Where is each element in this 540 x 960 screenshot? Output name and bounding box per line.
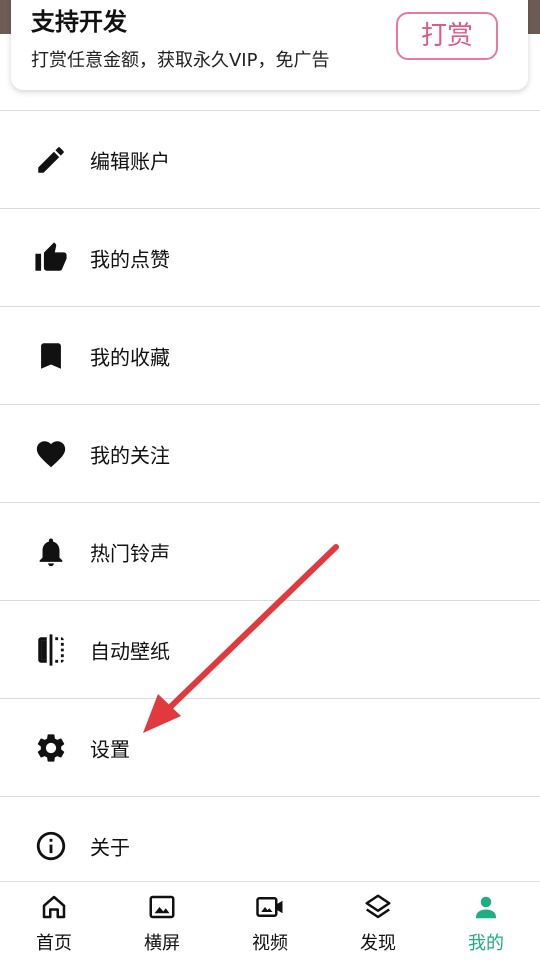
video-icon — [255, 892, 285, 922]
wallpaper-flip-icon — [34, 633, 68, 667]
menu-item-settings[interactable]: 设置 — [0, 699, 540, 796]
menu-item-edit-account[interactable]: 编辑账户 — [0, 111, 540, 208]
person-icon — [471, 892, 501, 922]
menu-item-label: 我的点赞 — [90, 247, 170, 271]
menu-item-label: 热门铃声 — [90, 541, 170, 565]
pencil-icon — [34, 143, 68, 177]
menu-item-auto-wallpaper[interactable]: 自动壁纸 — [0, 601, 540, 698]
nav-item-discover[interactable]: 发现 — [324, 882, 432, 960]
thumbs-up-icon — [34, 241, 68, 275]
nav-item-landscape[interactable]: 横屏 — [108, 882, 216, 960]
menu-item-label: 设置 — [90, 737, 130, 761]
menu-item-about[interactable]: 关于 — [0, 797, 540, 894]
nav-label: 视频 — [252, 933, 288, 954]
menu-item-my-favorites[interactable]: 我的收藏 — [0, 307, 540, 404]
nav-label: 首页 — [36, 933, 72, 954]
menu-item-label: 编辑账户 — [90, 149, 170, 173]
nav-label: 发现 — [360, 933, 396, 954]
menu-item-label: 我的关注 — [90, 443, 170, 467]
menu-item-label: 自动壁纸 — [90, 639, 170, 663]
nav-label: 横屏 — [144, 933, 180, 954]
nav-item-home[interactable]: 首页 — [0, 882, 108, 960]
nav-item-mine[interactable]: 我的 — [432, 882, 540, 960]
reward-button[interactable]: 打赏 — [396, 12, 498, 60]
menu-list: 编辑账户 我的点赞 我的收藏 我的关注 热门铃声 自动壁纸 设置 关于 — [0, 110, 540, 894]
support-title: 支持开发 — [31, 8, 127, 36]
heart-icon — [34, 437, 68, 471]
home-icon — [39, 892, 69, 922]
layers-icon — [363, 892, 393, 922]
bottom-nav: 首页 横屏 视频 发现 我的 — [0, 881, 540, 960]
nav-label: 我的 — [468, 933, 504, 954]
profile-screen: 支持开发 打赏任意金额，获取永久VIP，免广告 打赏 编辑账户 我的点赞 我的收… — [0, 0, 540, 960]
image-icon — [147, 892, 177, 922]
info-icon — [34, 829, 68, 863]
nav-item-video[interactable]: 视频 — [216, 882, 324, 960]
support-card: 支持开发 打赏任意金额，获取永久VIP，免广告 打赏 — [11, 0, 528, 90]
menu-item-my-follows[interactable]: 我的关注 — [0, 405, 540, 502]
menu-item-hot-ringtones[interactable]: 热门铃声 — [0, 503, 540, 600]
support-subtitle: 打赏任意金额，获取永久VIP，免广告 — [31, 50, 330, 71]
bookmark-icon — [34, 339, 68, 373]
menu-item-my-likes[interactable]: 我的点赞 — [0, 209, 540, 306]
gear-icon — [34, 731, 68, 765]
menu-item-label: 我的收藏 — [90, 345, 170, 369]
menu-item-label: 关于 — [90, 835, 130, 859]
bell-icon — [34, 535, 68, 569]
